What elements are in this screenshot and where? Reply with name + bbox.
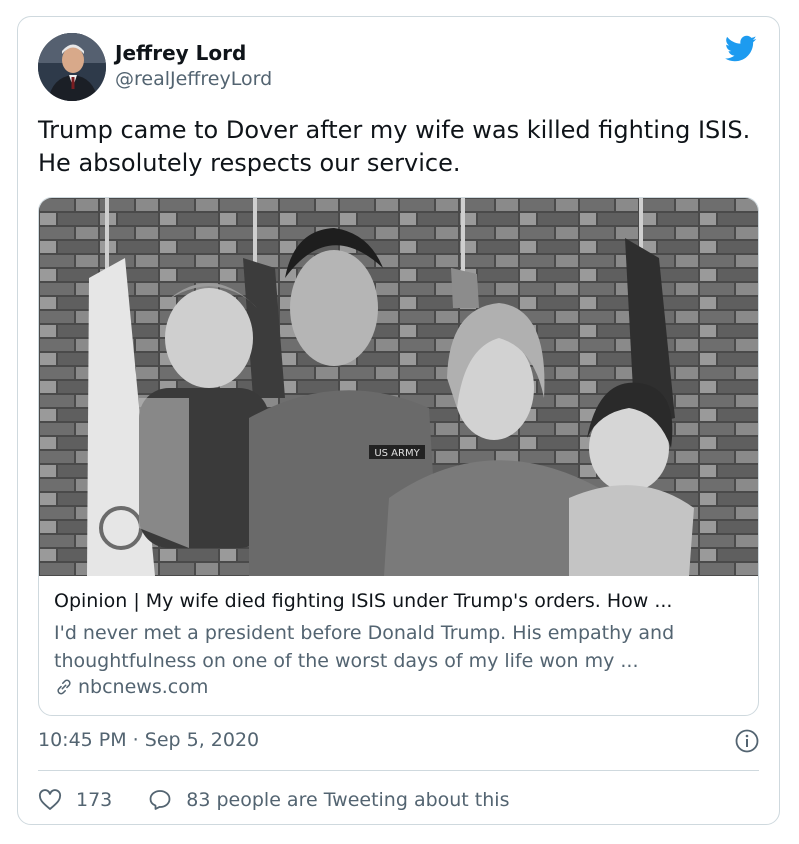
tweet-actions: 173 83 people are Tweeting about this — [38, 785, 509, 815]
uniform-badge: US ARMY — [374, 448, 420, 459]
tweet-card: Jeffrey Lord @realJeffreyLord Trump came… — [17, 16, 780, 825]
article-photo: US ARMY — [39, 198, 758, 576]
reply-count-text: 83 people are Tweeting about this — [186, 789, 510, 811]
link-domain: nbcnews.com — [54, 676, 208, 698]
display-name[interactable]: Jeffrey Lord — [115, 41, 246, 65]
link-preview-card[interactable]: US ARMY Opinion | My wife died fighting … — [38, 197, 759, 716]
info-icon[interactable] — [735, 729, 759, 753]
avatar-image — [38, 33, 106, 101]
user-handle[interactable]: @realJeffreyLord — [115, 68, 272, 90]
like-button[interactable]: 173 — [38, 789, 112, 811]
tweet-timestamp[interactable]: 10:45 PM · Sep 5, 2020 — [38, 729, 259, 751]
link-description: I'd never met a president before Donald … — [54, 622, 675, 672]
link-icon — [57, 679, 71, 695]
like-count: 173 — [76, 789, 113, 811]
avatar[interactable] — [38, 33, 106, 101]
twitter-bird-icon[interactable] — [724, 35, 757, 63]
heart-icon — [38, 789, 62, 810]
link-title: Opinion | My wife died fighting ISIS und… — [54, 590, 673, 612]
reply-button[interactable]: 83 people are Tweeting about this — [148, 788, 509, 812]
tweet-text: Trump came to Dover after my wife was ki… — [38, 116, 751, 177]
divider — [38, 770, 759, 771]
link-domain-text: nbcnews.com — [78, 676, 209, 698]
reply-bubble-icon — [149, 790, 171, 810]
